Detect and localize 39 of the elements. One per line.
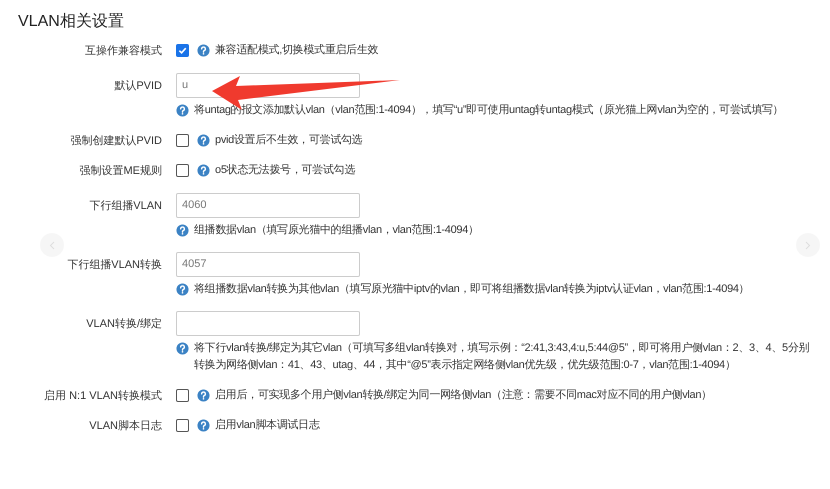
- help-icon: [197, 164, 210, 177]
- help-icon: [197, 419, 210, 432]
- help-icon: [197, 388, 210, 402]
- help-text: 组播数据vlan（填写原光猫中的组播vlan，vlan范围:1-4094）: [194, 222, 479, 238]
- field-label: VLAN转换/绑定: [86, 316, 162, 332]
- field-label: 强制设置ME规则: [80, 164, 162, 179]
- help-icon: [176, 224, 189, 236]
- field-label: 下行组播VLAN: [89, 198, 162, 214]
- help-icon: [176, 342, 189, 354]
- help-icon: [176, 104, 189, 116]
- check-icon: [178, 46, 187, 55]
- chevron-right-icon: [805, 240, 811, 250]
- field-label: 启用 N:1 VLAN转换模式: [44, 388, 162, 404]
- field-label: VLAN脚本日志: [89, 418, 162, 434]
- checkbox[interactable]: [176, 134, 189, 146]
- text-field[interactable]: 4057: [176, 252, 360, 276]
- checkbox[interactable]: [176, 388, 189, 402]
- help-text: o5状态无法拨号，可尝试勾选: [215, 162, 356, 178]
- help-text: 兼容适配模式,切换模式重启后生效: [215, 42, 378, 58]
- help-icon: [197, 44, 210, 57]
- text-field[interactable]: u: [176, 72, 360, 98]
- help-text: 启用后，可实现多个用户侧vlan转换/绑定为同一网络侧vlan（注意：需要不同mac对应不同的用户侧vlan）: [215, 388, 712, 402]
- text-field[interactable]: 4060: [176, 192, 360, 218]
- chevron-left-icon: [49, 240, 55, 250]
- help-icon: [176, 282, 189, 296]
- checkbox[interactable]: [176, 419, 189, 432]
- section-title: VLAN相关设置: [18, 12, 125, 32]
- field-label: 默认PVID: [114, 78, 162, 94]
- checkbox[interactable]: [176, 164, 189, 177]
- field-label: 互操作兼容模式: [85, 44, 162, 59]
- help-text: pvid设置后不生效，可尝试勾选: [215, 132, 362, 148]
- help-icon: [197, 134, 210, 146]
- checkbox[interactable]: [176, 44, 189, 57]
- field-label: 下行组播VLAN转换: [67, 258, 162, 272]
- help-text: 启用vlan脚本调试日志: [215, 418, 320, 433]
- text-field[interactable]: [176, 310, 360, 336]
- help-text: 将组播数据vlan转换为其他vlan（填写原光猫中iptv的vlan，即可将组播数据vlan转换为iptv认证vlan，vlan范围:1-4094）: [194, 282, 750, 296]
- help-text: 将下行vlan转换/绑定为其它vlan（可填写多组vlan转换对，填写示例：“2:41,3:43,4:u,5:44@5”，即可将用户侧vlan：2、3、4、5分别转换为网络侧vlan：41、43、utag、44，其中“@5”表示指定网络侧vlan优先级，优先级范围:0-7，vlan范围:1-4094）: [194, 340, 810, 372]
- field-label: 强制创建默认PVID: [70, 134, 162, 148]
